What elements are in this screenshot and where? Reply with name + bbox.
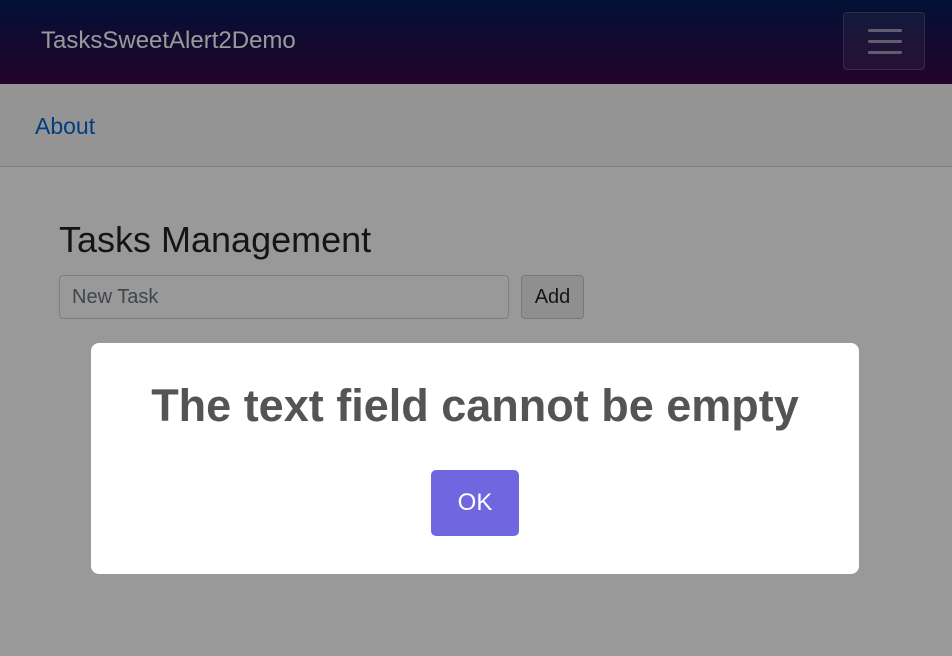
alert-title: The text field cannot be empty (151, 380, 799, 431)
alert-dialog: The text field cannot be empty OK (91, 343, 859, 574)
modal-backdrop[interactable]: The text field cannot be empty OK (0, 0, 952, 656)
ok-button[interactable]: OK (431, 470, 519, 536)
